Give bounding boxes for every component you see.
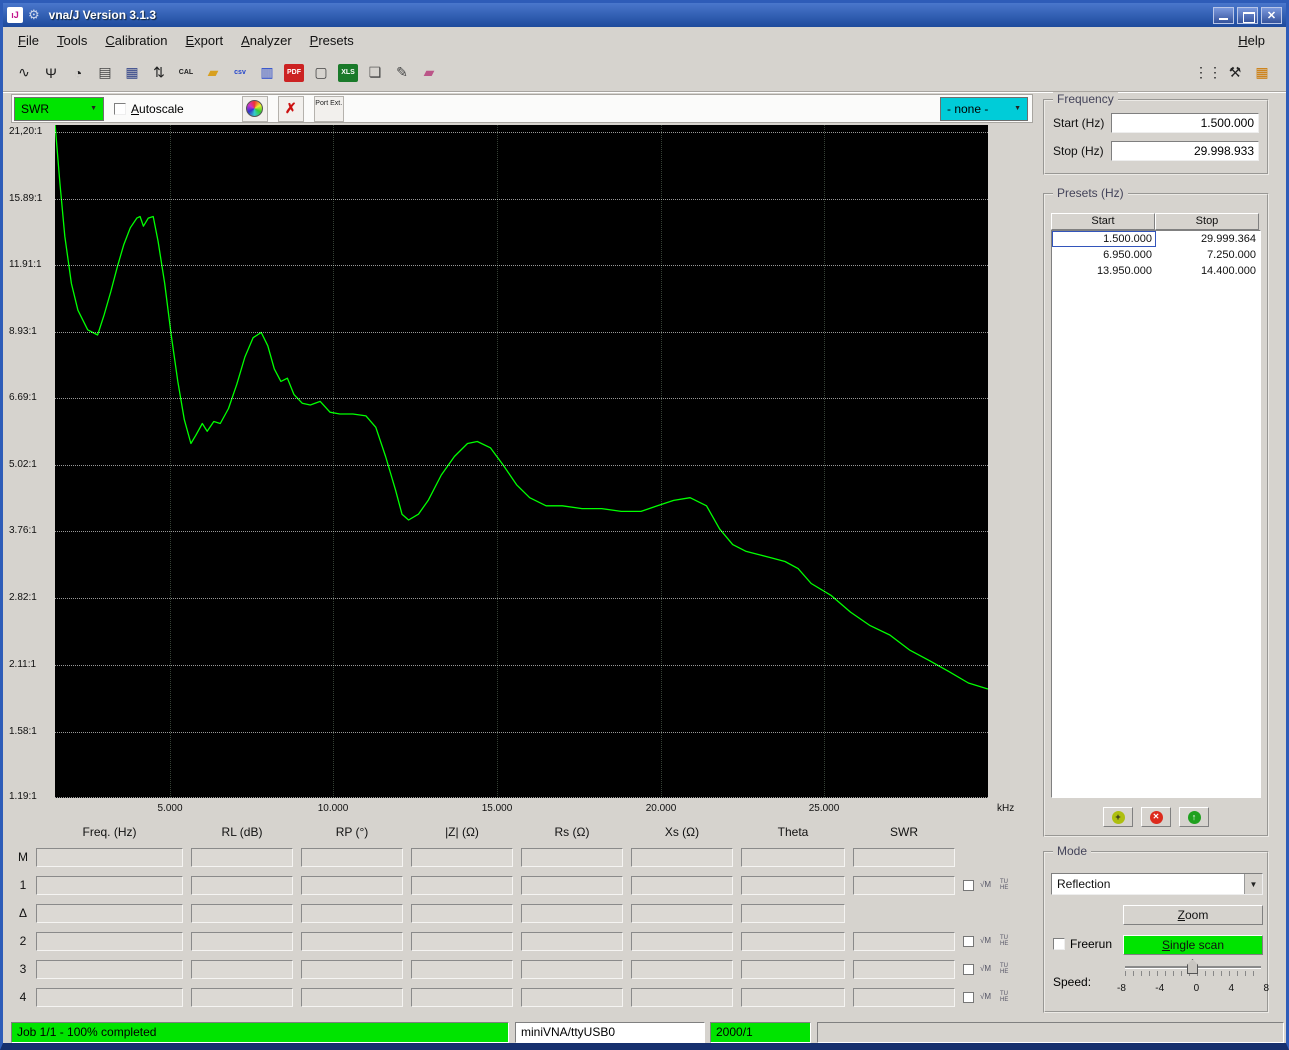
marker-column-header: Rs (Ω) <box>554 825 590 839</box>
marker-row-label: 3 <box>19 962 27 976</box>
marker-field[interactable] <box>411 988 513 1007</box>
marker-field[interactable] <box>853 848 955 867</box>
marker-checkbox[interactable] <box>963 936 974 947</box>
marker-field[interactable] <box>301 848 403 867</box>
marker-field[interactable] <box>741 932 845 951</box>
marker-column-header: Freq. (Hz) <box>82 825 137 839</box>
marker-field[interactable] <box>191 988 293 1007</box>
marker-field[interactable] <box>853 988 955 1007</box>
marker-column-header: |Z| (Ω) <box>445 825 479 839</box>
marker-field[interactable] <box>521 960 623 979</box>
marker-row-label: 1 <box>19 878 27 892</box>
marker-field[interactable] <box>191 904 293 923</box>
marker-field[interactable] <box>411 932 513 951</box>
marker-field[interactable] <box>36 876 183 895</box>
marker-field[interactable] <box>301 988 403 1007</box>
marker-row-label: Δ <box>18 906 27 920</box>
marker-column-header: RL (dB) <box>221 825 263 839</box>
marker-tuhe-icon[interactable]: TU HE <box>1000 879 1016 893</box>
app-window: vna/J Version 3.1.3 File Tools Calibrati… <box>0 0 1289 1050</box>
marker-field[interactable] <box>741 876 845 895</box>
marker-column-header: RP (°) <box>335 825 369 839</box>
marker-field[interactable] <box>631 960 733 979</box>
marker-column-header: Xs (Ω) <box>664 825 700 839</box>
marker-sqrt-icon[interactable]: √M <box>980 992 996 1004</box>
marker-sqrt-icon[interactable]: √M <box>980 936 996 948</box>
marker-field[interactable] <box>191 932 293 951</box>
marker-field[interactable] <box>191 960 293 979</box>
marker-field[interactable] <box>741 988 845 1007</box>
status-spare-field <box>817 1022 1284 1043</box>
marker-field[interactable] <box>521 904 623 923</box>
marker-field[interactable] <box>631 988 733 1007</box>
marker-field[interactable] <box>301 960 403 979</box>
marker-field[interactable] <box>631 848 733 867</box>
marker-row-label: M <box>18 850 28 864</box>
marker-field[interactable] <box>411 876 513 895</box>
marker-field[interactable] <box>36 904 183 923</box>
samples-field: 2000/1 <box>710 1022 811 1043</box>
marker-field[interactable] <box>853 932 955 951</box>
marker-field[interactable] <box>631 876 733 895</box>
marker-field[interactable] <box>631 904 733 923</box>
marker-tuhe-icon[interactable]: TU HE <box>1000 991 1016 1005</box>
marker-field[interactable] <box>301 876 403 895</box>
marker-field[interactable] <box>741 960 845 979</box>
marker-field[interactable] <box>36 960 183 979</box>
marker-field[interactable] <box>36 932 183 951</box>
marker-field[interactable] <box>741 904 845 923</box>
marker-tuhe-icon[interactable]: TU HE <box>1000 963 1016 977</box>
markers-table: Freq. (Hz) RL (dB) RP (°) |Z| (Ω) Rs (Ω) Xs (… <box>3 3 1286 1043</box>
marker-row-label: 4 <box>19 990 27 1004</box>
marker-sqrt-icon[interactable]: √M <box>980 880 996 892</box>
marker-field[interactable] <box>853 876 955 895</box>
marker-field[interactable] <box>36 988 183 1007</box>
marker-checkbox[interactable] <box>963 964 974 975</box>
marker-field[interactable] <box>521 932 623 951</box>
marker-field[interactable] <box>411 904 513 923</box>
marker-field[interactable] <box>411 848 513 867</box>
marker-field[interactable] <box>191 876 293 895</box>
marker-field[interactable] <box>741 848 845 867</box>
job-progress-field: Job 1/1 - 100% completed <box>11 1022 509 1043</box>
marker-field[interactable] <box>301 904 403 923</box>
marker-field[interactable] <box>521 876 623 895</box>
marker-field[interactable] <box>631 932 733 951</box>
marker-field[interactable] <box>191 848 293 867</box>
marker-checkbox[interactable] <box>963 992 974 1003</box>
marker-column-header: SWR <box>890 825 918 839</box>
marker-field[interactable] <box>411 960 513 979</box>
marker-field[interactable] <box>301 932 403 951</box>
device-field: miniVNA/ttyUSB0 <box>515 1022 705 1043</box>
marker-tuhe-icon[interactable]: TU HE <box>1000 935 1016 949</box>
marker-column-header: Theta <box>777 825 809 839</box>
marker-field[interactable] <box>853 960 955 979</box>
marker-sqrt-icon[interactable]: √M <box>980 964 996 976</box>
marker-field[interactable] <box>521 848 623 867</box>
marker-checkbox[interactable] <box>963 880 974 891</box>
marker-row-label: 2 <box>19 934 27 948</box>
marker-field[interactable] <box>36 848 183 867</box>
marker-field[interactable] <box>521 988 623 1007</box>
